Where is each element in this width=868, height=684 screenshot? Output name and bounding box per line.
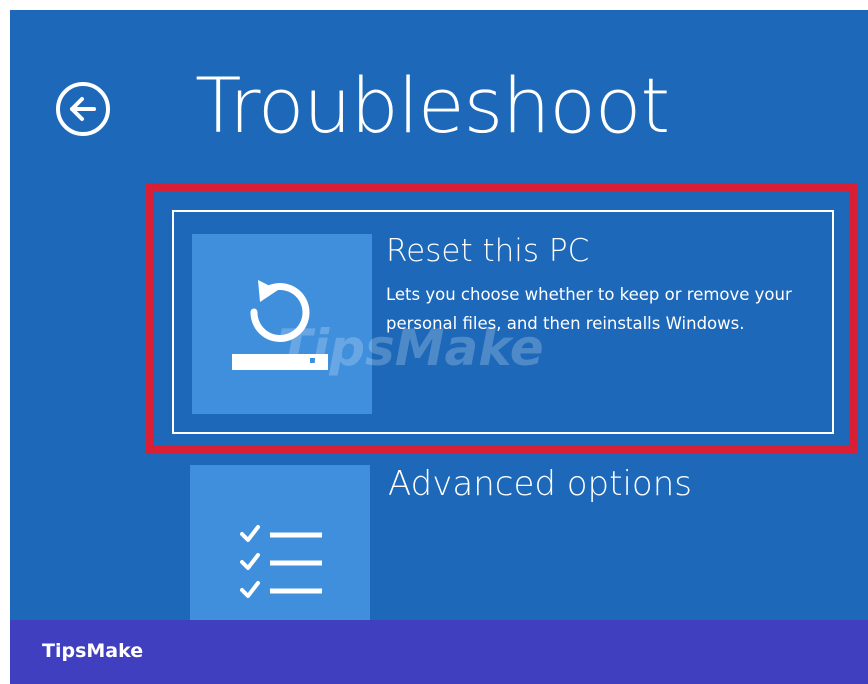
troubleshoot-screen: Troubleshoot Reset this PC Lets you choo… <box>10 10 868 620</box>
reset-this-pc-title: Reset this PC <box>386 233 590 269</box>
footer-logo: TipsMake <box>42 640 144 662</box>
reset-pc-icon <box>232 280 328 370</box>
reset-this-pc-description: Lets you choose whether to keep or remov… <box>386 285 792 333</box>
back-button[interactable] <box>56 82 110 136</box>
checklist-icon <box>240 525 322 598</box>
arrow-left-circle-icon <box>70 97 96 121</box>
advanced-options-title: Advanced options <box>388 464 692 504</box>
reset-pc-tile <box>192 234 372 414</box>
advanced-options-tile <box>190 465 370 620</box>
advanced-options-option[interactable]: Advanced options <box>190 453 790 620</box>
page-title: Troubleshoot <box>195 61 670 150</box>
footer-banner: TipsMake <box>10 620 868 684</box>
reset-this-pc-option[interactable]: Reset this PC Lets you choose whether to… <box>172 210 834 434</box>
